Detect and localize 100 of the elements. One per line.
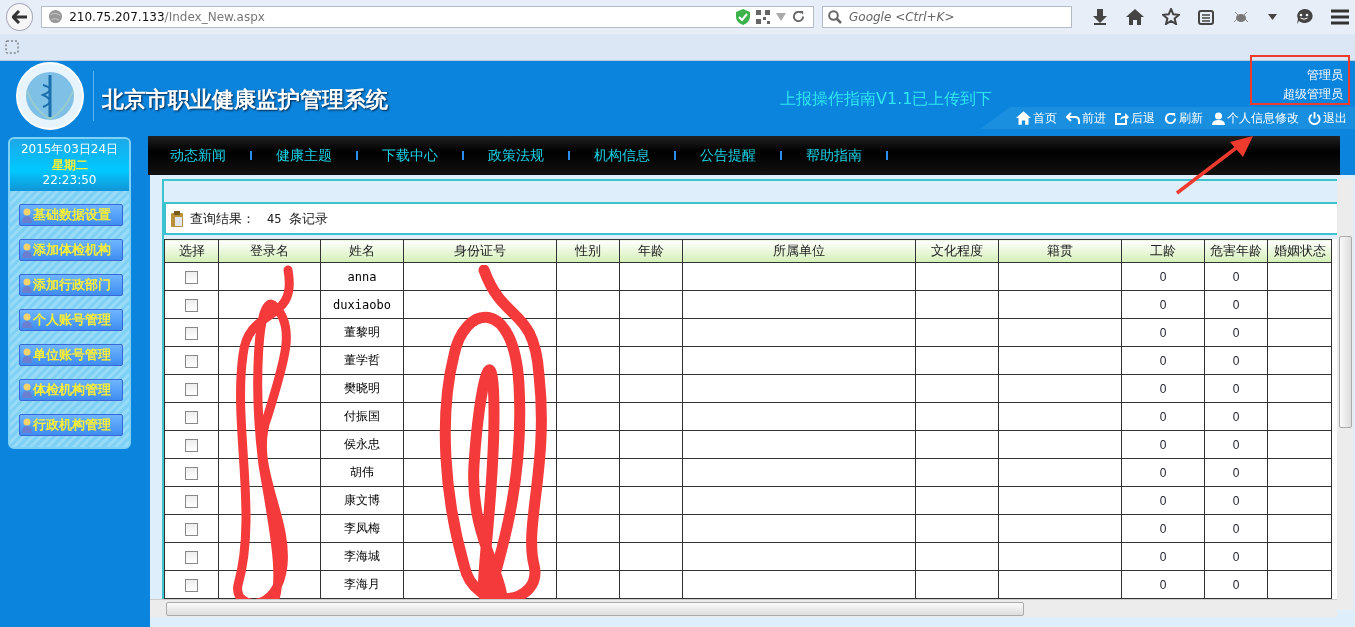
- toolbar-link[interactable]: 刷新: [1164, 109, 1203, 127]
- column-header: 登录名: [218, 239, 321, 263]
- column-header: 文化程度: [915, 239, 999, 263]
- table-cell: 0: [1232, 465, 1240, 480]
- vertical-scrollbar[interactable]: [1337, 179, 1353, 610]
- table-cell: 0: [1159, 549, 1167, 564]
- person-icon: [22, 277, 32, 293]
- address-field[interactable]: 210.75.207.133/Index_New.aspx: [41, 5, 814, 28]
- row-checkbox[interactable]: [185, 522, 198, 536]
- row-checkbox[interactable]: [185, 578, 198, 592]
- table-cell: 0: [1232, 297, 1240, 312]
- reading-list-icon[interactable]: [1198, 8, 1214, 25]
- user-role: 管理员: [1306, 67, 1343, 84]
- table-cell: 付振国: [344, 409, 380, 423]
- column-header: 选择: [164, 239, 219, 263]
- column-header: 身份证号: [403, 239, 557, 263]
- home-icon: [1016, 111, 1031, 125]
- column-header: 性别: [556, 239, 620, 263]
- row-checkbox[interactable]: [185, 494, 198, 508]
- toolbar-link[interactable]: 个人信息修改: [1212, 109, 1299, 127]
- toolbar-link[interactable]: 后退: [1115, 109, 1155, 127]
- table-cell: 0: [1159, 521, 1167, 536]
- table-cell: 李海城: [344, 549, 380, 563]
- user-icon: [1212, 111, 1225, 125]
- table-cell: 0: [1232, 409, 1240, 424]
- table-cell: 0: [1232, 521, 1240, 536]
- back-button[interactable]: [6, 2, 34, 31]
- sidebar-menu-button[interactable]: 添加行政部门: [19, 274, 123, 296]
- row-checkbox[interactable]: [185, 550, 198, 564]
- home-icon[interactable]: [1126, 8, 1144, 25]
- person-icon: [22, 417, 32, 433]
- nav-link[interactable]: 下载中心: [382, 146, 438, 165]
- row-checkbox[interactable]: [185, 466, 198, 480]
- person-icon: [22, 382, 32, 398]
- toolbar-link[interactable]: 首页: [1016, 109, 1057, 127]
- table-cell: 0: [1232, 353, 1240, 368]
- sidebar-menu-button[interactable]: 添加体检机构: [19, 239, 123, 261]
- sidebar-menu-button[interactable]: 行政机构管理: [19, 414, 123, 436]
- insect-icon[interactable]: [1232, 9, 1250, 24]
- table-cell: 0: [1159, 409, 1167, 424]
- user-level: 超级管理员: [1283, 86, 1343, 103]
- row-checkbox[interactable]: [185, 298, 198, 312]
- table-cell: 0: [1232, 269, 1240, 284]
- row-checkbox[interactable]: [185, 354, 198, 368]
- date-text: 2015年03日24日: [19, 142, 120, 157]
- download-icon[interactable]: [1092, 8, 1108, 25]
- sidebar-menu-button[interactable]: 个人账号管理: [19, 309, 123, 331]
- clipboard-icon: [170, 210, 184, 227]
- person-icon: [22, 242, 32, 258]
- nav-link[interactable]: 公告提醒: [700, 146, 756, 165]
- shield-icon: [736, 8, 750, 25]
- qr-code-icon[interactable]: [756, 9, 770, 24]
- row-checkbox[interactable]: [185, 438, 198, 452]
- result-unit: 条记录: [289, 209, 329, 228]
- nav-link[interactable]: 政策法规: [488, 146, 544, 165]
- nav-link[interactable]: 帮助指南: [806, 146, 862, 165]
- table-cell: 0: [1232, 325, 1240, 340]
- table-cell: 0: [1232, 381, 1240, 396]
- system-title: 北京市职业健康监护管理系统: [102, 86, 388, 114]
- column-header: 所属单位: [682, 239, 916, 263]
- refresh-icon: [1164, 111, 1177, 125]
- column-header: 姓名: [320, 239, 404, 263]
- menu-icon[interactable]: [1331, 8, 1349, 25]
- weekday-text: 星期二: [50, 157, 89, 173]
- table-cell: 0: [1159, 297, 1167, 312]
- power-icon: [1308, 111, 1321, 125]
- table-cell: 李海月: [344, 577, 380, 591]
- sidebar-menu-button[interactable]: 单位账号管理: [19, 344, 123, 366]
- column-header: 籍贯: [998, 239, 1122, 263]
- table-cell: 0: [1232, 577, 1240, 592]
- toolbar-link[interactable]: 前进: [1066, 109, 1106, 127]
- table-cell: anna: [347, 269, 377, 284]
- table-cell: 0: [1159, 465, 1167, 480]
- column-header: 工龄: [1121, 239, 1205, 263]
- dropdown-icon[interactable]: [1268, 13, 1277, 20]
- dashed-square-icon[interactable]: [5, 39, 19, 54]
- row-checkbox[interactable]: [185, 270, 198, 284]
- reload-icon[interactable]: [792, 10, 805, 24]
- column-header: 危害年龄: [1204, 239, 1268, 263]
- star-icon[interactable]: [1162, 8, 1180, 26]
- horizontal-scrollbar[interactable]: [150, 599, 1337, 617]
- chat-bubble-icon[interactable]: [1295, 8, 1313, 26]
- table-cell: 康文博: [344, 493, 380, 507]
- notice-marquee[interactable]: 上报操作指南V1.1已上传到下: [780, 89, 993, 110]
- sidebar-menu-button[interactable]: 基础数据设置: [19, 204, 123, 226]
- back-arrow-icon: [11, 9, 28, 24]
- nav-link[interactable]: 健康主题: [276, 146, 332, 165]
- curved-arrow-icon: [1066, 111, 1080, 125]
- nav-link[interactable]: 机构信息: [594, 146, 650, 165]
- table-cell: duxiaobo: [333, 297, 391, 312]
- row-checkbox[interactable]: [185, 410, 198, 424]
- sidebar-menu-button[interactable]: 体检机构管理: [19, 379, 123, 401]
- toolbar-link[interactable]: 退出: [1308, 109, 1347, 127]
- table-cell: 0: [1159, 353, 1167, 368]
- row-checkbox[interactable]: [185, 326, 198, 340]
- time-text: 22:23:50: [41, 173, 98, 188]
- table-cell: 0: [1232, 437, 1240, 452]
- row-checkbox[interactable]: [185, 382, 198, 396]
- nav-link[interactable]: 动态新闻: [170, 146, 226, 165]
- search-field[interactable]: Google <Ctrl+K>: [822, 5, 1072, 28]
